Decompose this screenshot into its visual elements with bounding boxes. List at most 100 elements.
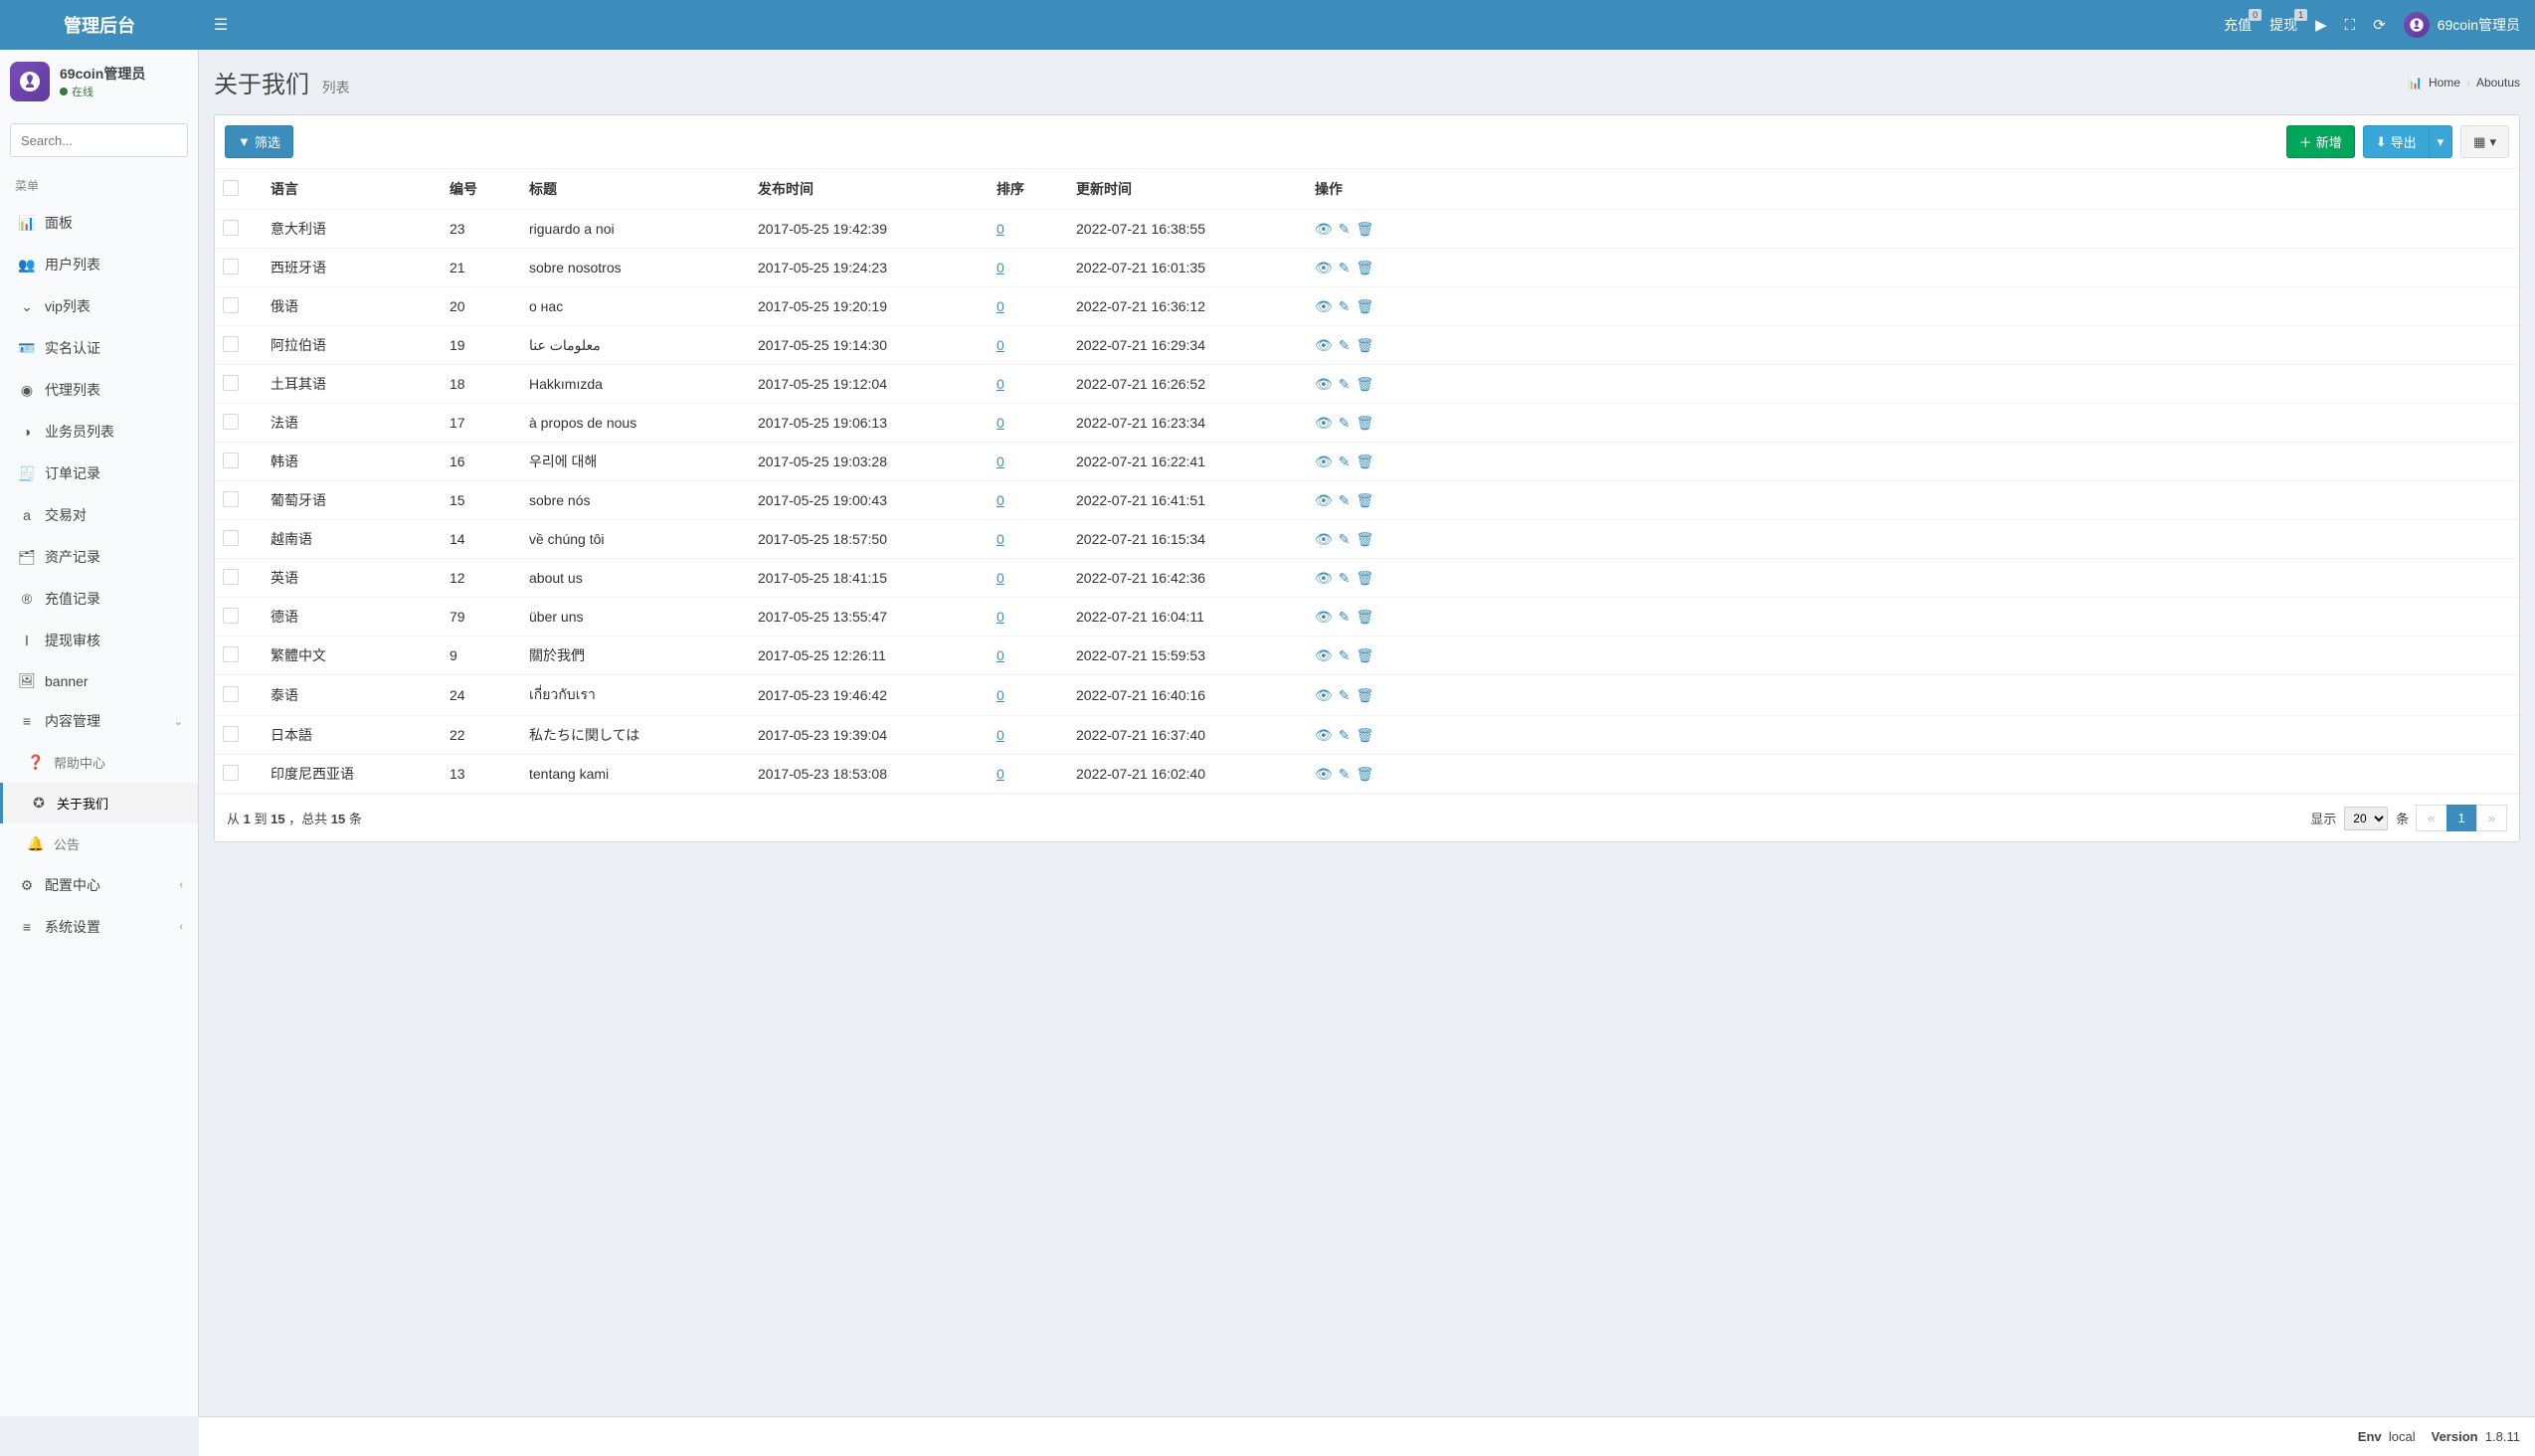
row-checkbox[interactable] <box>223 375 239 391</box>
sidebar-item[interactable]: 🗂资产记录 <box>0 536 198 578</box>
sidebar-item[interactable]: 🧾订单记录 <box>0 453 198 494</box>
sort-value[interactable]: 0 <box>996 570 1004 586</box>
row-checkbox[interactable] <box>223 414 239 430</box>
sidebar-item[interactable]: 🖼banner <box>0 661 198 700</box>
sidebar-item[interactable]: Ⅰ提现审核 <box>0 620 198 661</box>
sort-value[interactable]: 0 <box>996 492 1004 508</box>
row-checkbox[interactable] <box>223 297 239 313</box>
sidebar-subitem[interactable]: 🔔公告 <box>0 823 198 864</box>
page-prev[interactable]: « <box>2416 805 2446 831</box>
page-1[interactable]: 1 <box>2446 805 2477 831</box>
sidebar-item[interactable]: 📊面板 <box>0 202 198 244</box>
sort-value[interactable]: 0 <box>996 260 1004 275</box>
add-button[interactable]: ＋ 新增 <box>2286 125 2355 158</box>
row-checkbox[interactable] <box>223 491 239 507</box>
edit-icon[interactable]: ✎ <box>1339 454 1351 470</box>
sidebar-subitem[interactable]: ✪关于我们 <box>0 783 198 823</box>
sort-value[interactable]: 0 <box>996 727 1004 743</box>
columns-button[interactable]: ▦ ▾ <box>2460 125 2509 158</box>
sidebar-toggle-button[interactable]: ☰ <box>199 0 243 50</box>
view-icon[interactable]: 👁 <box>1315 260 1333 276</box>
brand-logo[interactable]: 管理后台 <box>0 0 199 50</box>
delete-icon[interactable]: 🗑 <box>1357 415 1374 432</box>
sort-value[interactable]: 0 <box>996 531 1004 547</box>
edit-icon[interactable]: ✎ <box>1339 687 1351 704</box>
delete-icon[interactable]: 🗑 <box>1357 570 1374 587</box>
page-size-select[interactable]: 20 <box>2344 807 2388 830</box>
sort-value[interactable]: 0 <box>996 415 1004 431</box>
sidebar-item[interactable]: ◉代理列表 <box>0 369 198 411</box>
view-icon[interactable]: 👁 <box>1315 415 1333 432</box>
col-sort[interactable]: 排序 <box>989 169 1068 210</box>
col-lang[interactable]: 语言 <box>263 169 442 210</box>
view-icon[interactable]: 👁 <box>1315 687 1333 704</box>
sort-value[interactable]: 0 <box>996 647 1004 663</box>
edit-icon[interactable]: ✎ <box>1339 221 1351 238</box>
sidebar-item[interactable]: ≡系统设置‹ <box>0 906 198 948</box>
delete-icon[interactable]: 🗑 <box>1357 260 1374 276</box>
row-checkbox[interactable] <box>223 726 239 742</box>
delete-icon[interactable]: 🗑 <box>1357 727 1374 744</box>
row-checkbox[interactable] <box>223 569 239 585</box>
withdraw-link[interactable]: 提现 1 <box>2269 15 2297 35</box>
edit-icon[interactable]: ✎ <box>1339 376 1351 393</box>
edit-icon[interactable]: ✎ <box>1339 570 1351 587</box>
col-id[interactable]: 编号 <box>442 169 521 210</box>
recharge-link[interactable]: 充值 0 <box>2224 15 2252 35</box>
edit-icon[interactable]: ✎ <box>1339 727 1351 744</box>
view-icon[interactable]: 👁 <box>1315 454 1333 470</box>
delete-icon[interactable]: 🗑 <box>1357 376 1374 393</box>
edit-icon[interactable]: ✎ <box>1339 415 1351 432</box>
delete-icon[interactable]: 🗑 <box>1357 766 1374 783</box>
view-icon[interactable]: 👁 <box>1315 766 1333 783</box>
play-button[interactable]: ▶ <box>2315 16 2327 34</box>
sort-value[interactable]: 0 <box>996 376 1004 392</box>
sort-value[interactable]: 0 <box>996 687 1004 703</box>
row-checkbox[interactable] <box>223 530 239 546</box>
col-publish[interactable]: 发布时间 <box>750 169 989 210</box>
edit-icon[interactable]: ✎ <box>1339 531 1351 548</box>
delete-icon[interactable]: 🗑 <box>1357 647 1374 664</box>
edit-icon[interactable]: ✎ <box>1339 260 1351 276</box>
col-title[interactable]: 标题 <box>521 169 750 210</box>
edit-icon[interactable]: ✎ <box>1339 337 1351 354</box>
edit-icon[interactable]: ✎ <box>1339 492 1351 509</box>
view-icon[interactable]: 👁 <box>1315 570 1333 587</box>
col-update[interactable]: 更新时间 <box>1068 169 1307 210</box>
edit-icon[interactable]: ✎ <box>1339 766 1351 783</box>
sidebar-item[interactable]: ◑业务员列表 <box>0 411 198 453</box>
sidebar-subitem[interactable]: ❓帮助中心 <box>0 742 198 783</box>
export-button[interactable]: ⬇ 导出 <box>2363 125 2430 158</box>
delete-icon[interactable]: 🗑 <box>1357 687 1374 704</box>
delete-icon[interactable]: 🗑 <box>1357 609 1374 626</box>
delete-icon[interactable]: 🗑 <box>1357 531 1374 548</box>
delete-icon[interactable]: 🗑 <box>1357 298 1374 315</box>
row-checkbox[interactable] <box>223 220 239 236</box>
sidebar-item[interactable]: a交易对 <box>0 494 198 536</box>
edit-icon[interactable]: ✎ <box>1339 298 1351 315</box>
delete-icon[interactable]: 🗑 <box>1357 454 1374 470</box>
row-checkbox[interactable] <box>223 646 239 662</box>
select-all-checkbox[interactable] <box>223 180 239 196</box>
sort-value[interactable]: 0 <box>996 221 1004 237</box>
view-icon[interactable]: 👁 <box>1315 609 1333 626</box>
view-icon[interactable]: 👁 <box>1315 492 1333 509</box>
row-checkbox[interactable] <box>223 765 239 781</box>
view-icon[interactable]: 👁 <box>1315 376 1333 393</box>
export-dropdown[interactable]: ▾ <box>2429 125 2453 158</box>
sidebar-item[interactable]: ⌄vip列表 <box>0 285 198 327</box>
sidebar-item[interactable]: 🪪实名认证 <box>0 327 198 369</box>
sort-value[interactable]: 0 <box>996 337 1004 353</box>
view-icon[interactable]: 👁 <box>1315 298 1333 315</box>
sidebar-item[interactable]: 👥用户列表 <box>0 244 198 285</box>
sort-value[interactable]: 0 <box>996 298 1004 314</box>
sidebar-item[interactable]: ®充值记录 <box>0 578 198 620</box>
delete-icon[interactable]: 🗑 <box>1357 492 1374 509</box>
filter-button[interactable]: ▼ 筛选 <box>225 125 293 158</box>
row-checkbox[interactable] <box>223 453 239 468</box>
view-icon[interactable]: 👁 <box>1315 531 1333 548</box>
sidebar-item-content[interactable]: ≡内容管理⌄ <box>0 700 198 742</box>
fullscreen-button[interactable]: ⛶ <box>2345 17 2356 34</box>
sort-value[interactable]: 0 <box>996 766 1004 782</box>
delete-icon[interactable]: 🗑 <box>1357 337 1374 354</box>
